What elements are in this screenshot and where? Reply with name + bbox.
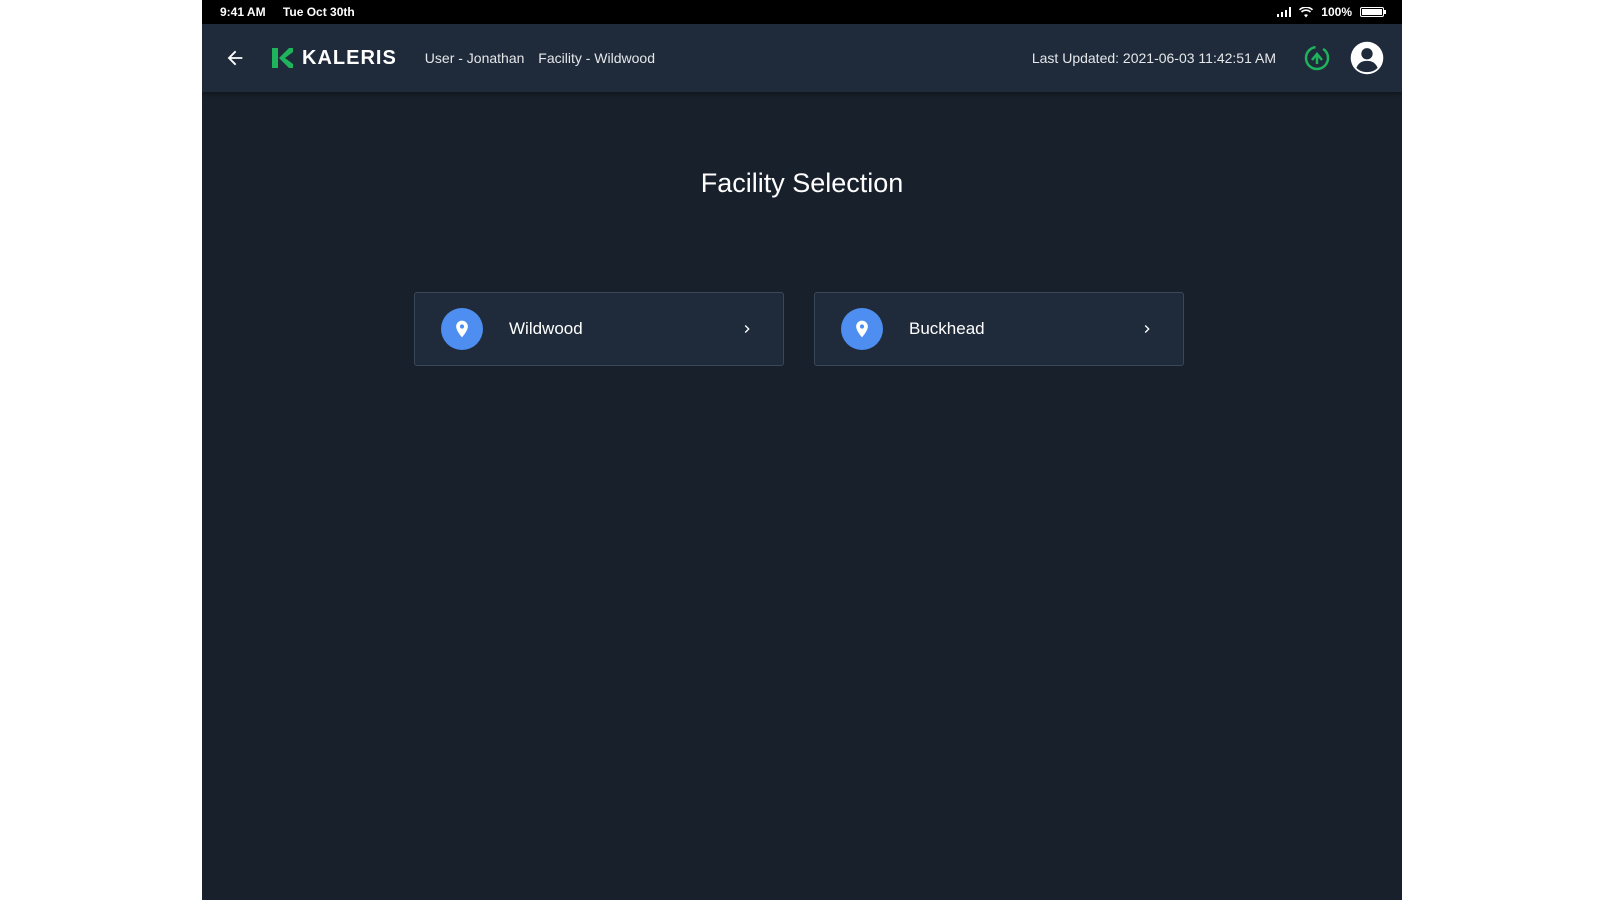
- status-left: 9:41 AM Tue Oct 30th: [220, 5, 369, 19]
- kaleris-logo-icon: [272, 48, 293, 68]
- chevron-right-icon: [1137, 319, 1157, 339]
- wifi-icon: [1299, 6, 1314, 17]
- battery-percent: 100%: [1321, 5, 1352, 19]
- current-facility: Facility - Wildwood: [538, 50, 655, 66]
- device-frame: 9:41 AM Tue Oct 30th 100% KALERIS User -…: [202, 0, 1402, 900]
- sync-status-icon: [1304, 45, 1330, 71]
- pin-badge: [841, 308, 883, 350]
- session-context: User - Jonathan Facility - Wildwood: [425, 50, 655, 66]
- battery-icon: [1360, 7, 1386, 17]
- location-pin-icon: [856, 320, 868, 338]
- facility-list: Wildwood Buckhead: [414, 292, 1184, 366]
- brand-logo: KALERIS: [270, 46, 397, 70]
- arrow-left-icon: [227, 50, 243, 66]
- app-bar: KALERIS User - Jonathan Facility - Wildw…: [202, 24, 1402, 92]
- facility-label: Buckhead: [909, 319, 985, 338]
- account-circle-icon[interactable]: [1350, 41, 1384, 75]
- last-updated: Last Updated: 2021-06-03 11:42:51 AM: [1031, 50, 1276, 66]
- sync-status-button[interactable]: [1302, 43, 1332, 73]
- status-bar: 9:41 AM Tue Oct 30th 100%: [202, 0, 1402, 24]
- facility-card-wildwood[interactable]: Wildwood: [414, 292, 784, 366]
- status-right: 100%: [1277, 5, 1386, 19]
- status-time: 9:41 AM: [220, 5, 266, 19]
- chevron-right-icon: [737, 319, 757, 339]
- pin-badge: [441, 308, 483, 350]
- status-date: Tue Oct 30th: [282, 5, 355, 19]
- brand-name: KALERIS: [302, 46, 397, 69]
- location-pin-icon: [456, 320, 468, 338]
- page-title: Facility Selection: [700, 168, 904, 198]
- back-button[interactable]: [220, 43, 250, 73]
- facility-label: Wildwood: [509, 319, 583, 338]
- current-user: User - Jonathan: [424, 50, 525, 66]
- facility-card-buckhead[interactable]: Buckhead: [814, 292, 1184, 366]
- cellular-signal-icon: [1277, 7, 1292, 17]
